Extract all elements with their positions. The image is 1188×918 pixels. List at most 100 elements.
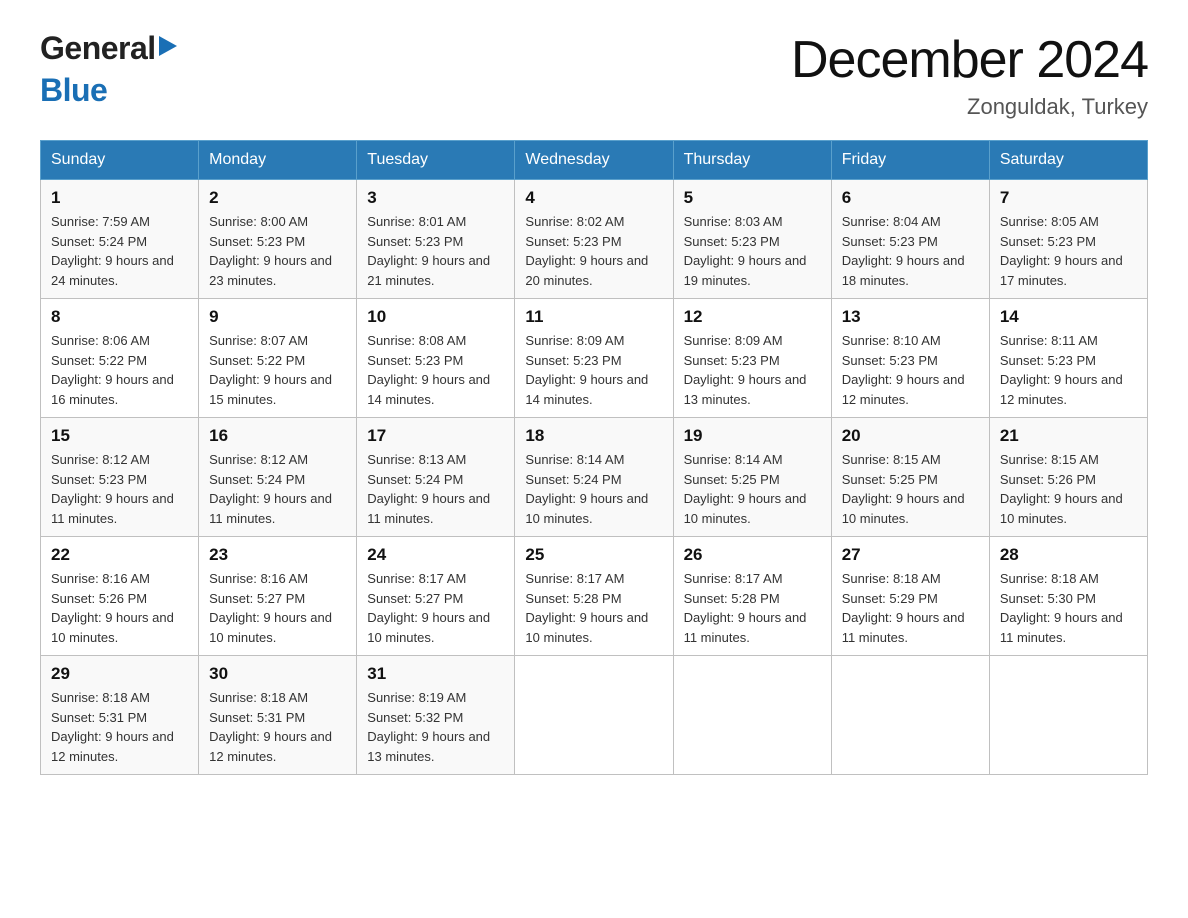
calendar-cell: [515, 656, 673, 775]
calendar-cell: 30 Sunrise: 8:18 AMSunset: 5:31 PMDayligh…: [199, 656, 357, 775]
location-label: Zonguldak, Turkey: [791, 94, 1148, 120]
calendar-cell: 18Sunrise: 8:14 AMSunset: 5:24 PMDayligh…: [515, 418, 673, 537]
day-header-monday: Monday: [199, 141, 357, 180]
day-info: Sunrise: 8:18 AMSunset: 5:31 PMDaylight:…: [209, 688, 346, 766]
calendar-cell: 1Sunrise: 7:59 AMSunset: 5:24 PMDaylight…: [41, 180, 199, 299]
day-number: 21: [1000, 426, 1137, 446]
day-number: 28: [1000, 545, 1137, 565]
day-info: Sunrise: 8:06 AMSunset: 5:22 PMDaylight:…: [51, 331, 188, 409]
calendar-cell: 22 Sunrise: 8:16 AMSunset: 5:26 PMDayligh…: [41, 537, 199, 656]
day-header-saturday: Saturday: [989, 141, 1147, 180]
day-info: Sunrise: 8:09 AMSunset: 5:23 PMDaylight:…: [684, 331, 821, 409]
calendar-cell: 26 Sunrise: 8:17 AMSunset: 5:28 PMDayligh…: [673, 537, 831, 656]
logo-arrow-icon: [159, 36, 177, 61]
week-row-3: 15 Sunrise: 8:12 AMSunset: 5:23 PMDayligh…: [41, 418, 1148, 537]
day-info: Sunrise: 8:17 AMSunset: 5:27 PMDaylight:…: [367, 569, 504, 647]
day-number: 5: [684, 188, 821, 208]
day-info: Sunrise: 8:00 AMSunset: 5:23 PMDaylight:…: [209, 212, 346, 290]
day-number: 3: [367, 188, 504, 208]
calendar-cell: 13Sunrise: 8:10 AMSunset: 5:23 PMDayligh…: [831, 299, 989, 418]
calendar-cell: 4 Sunrise: 8:02 AMSunset: 5:23 PMDaylight…: [515, 180, 673, 299]
day-info: Sunrise: 8:09 AMSunset: 5:23 PMDaylight:…: [525, 331, 662, 409]
day-number: 9: [209, 307, 346, 327]
calendar-cell: 3 Sunrise: 8:01 AMSunset: 5:23 PMDaylight…: [357, 180, 515, 299]
day-header-tuesday: Tuesday: [357, 141, 515, 180]
day-number: 8: [51, 307, 188, 327]
calendar-cell: [989, 656, 1147, 775]
calendar-cell: 9 Sunrise: 8:07 AMSunset: 5:22 PMDaylight…: [199, 299, 357, 418]
calendar-cell: 28Sunrise: 8:18 AMSunset: 5:30 PMDayligh…: [989, 537, 1147, 656]
day-info: Sunrise: 8:01 AMSunset: 5:23 PMDaylight:…: [367, 212, 504, 290]
day-number: 29: [51, 664, 188, 684]
day-number: 17: [367, 426, 504, 446]
calendar-cell: [831, 656, 989, 775]
day-info: Sunrise: 8:17 AMSunset: 5:28 PMDaylight:…: [684, 569, 821, 647]
day-header-friday: Friday: [831, 141, 989, 180]
calendar-cell: 2 Sunrise: 8:00 AMSunset: 5:23 PMDaylight…: [199, 180, 357, 299]
calendar-cell: 8 Sunrise: 8:06 AMSunset: 5:22 PMDaylight…: [41, 299, 199, 418]
day-info: Sunrise: 7:59 AMSunset: 5:24 PMDaylight:…: [51, 212, 188, 290]
day-number: 14: [1000, 307, 1137, 327]
day-number: 10: [367, 307, 504, 327]
day-info: Sunrise: 8:08 AMSunset: 5:23 PMDaylight:…: [367, 331, 504, 409]
day-number: 2: [209, 188, 346, 208]
day-number: 16: [209, 426, 346, 446]
week-row-4: 22 Sunrise: 8:16 AMSunset: 5:26 PMDayligh…: [41, 537, 1148, 656]
calendar-cell: 27 Sunrise: 8:18 AMSunset: 5:29 PMDayligh…: [831, 537, 989, 656]
day-info: Sunrise: 8:15 AMSunset: 5:25 PMDaylight:…: [842, 450, 979, 528]
day-info: Sunrise: 8:17 AMSunset: 5:28 PMDaylight:…: [525, 569, 662, 647]
logo-blue-text: Blue: [40, 72, 107, 109]
calendar-cell: 29 Sunrise: 8:18 AMSunset: 5:31 PMDayligh…: [41, 656, 199, 775]
day-number: 27: [842, 545, 979, 565]
calendar-cell: 14Sunrise: 8:11 AMSunset: 5:23 PMDayligh…: [989, 299, 1147, 418]
day-number: 22: [51, 545, 188, 565]
day-number: 7: [1000, 188, 1137, 208]
calendar-cell: 25Sunrise: 8:17 AMSunset: 5:28 PMDayligh…: [515, 537, 673, 656]
day-info: Sunrise: 8:03 AMSunset: 5:23 PMDaylight:…: [684, 212, 821, 290]
week-row-5: 29 Sunrise: 8:18 AMSunset: 5:31 PMDayligh…: [41, 656, 1148, 775]
day-info: Sunrise: 8:05 AMSunset: 5:23 PMDaylight:…: [1000, 212, 1137, 290]
day-number: 30: [209, 664, 346, 684]
title-area: December 2024 Zonguldak, Turkey: [791, 30, 1148, 120]
calendar-cell: 19 Sunrise: 8:14 AMSunset: 5:25 PMDayligh…: [673, 418, 831, 537]
day-info: Sunrise: 8:12 AMSunset: 5:23 PMDaylight:…: [51, 450, 188, 528]
day-info: Sunrise: 8:02 AMSunset: 5:23 PMDaylight:…: [525, 212, 662, 290]
day-header-sunday: Sunday: [41, 141, 199, 180]
logo-general-text: General: [40, 30, 156, 67]
day-info: Sunrise: 8:04 AMSunset: 5:23 PMDaylight:…: [842, 212, 979, 290]
day-info: Sunrise: 8:07 AMSunset: 5:22 PMDaylight:…: [209, 331, 346, 409]
day-info: Sunrise: 8:14 AMSunset: 5:25 PMDaylight:…: [684, 450, 821, 528]
day-number: 13: [842, 307, 979, 327]
day-number: 31: [367, 664, 504, 684]
calendar-cell: 15 Sunrise: 8:12 AMSunset: 5:23 PMDayligh…: [41, 418, 199, 537]
day-info: Sunrise: 8:16 AMSunset: 5:26 PMDaylight:…: [51, 569, 188, 647]
calendar-cell: 17 Sunrise: 8:13 AMSunset: 5:24 PMDayligh…: [357, 418, 515, 537]
day-number: 19: [684, 426, 821, 446]
calendar-cell: [673, 656, 831, 775]
day-info: Sunrise: 8:13 AMSunset: 5:24 PMDaylight:…: [367, 450, 504, 528]
calendar-cell: 24Sunrise: 8:17 AMSunset: 5:27 PMDayligh…: [357, 537, 515, 656]
day-number: 15: [51, 426, 188, 446]
header-row: SundayMondayTuesdayWednesdayThursdayFrid…: [41, 141, 1148, 180]
day-number: 4: [525, 188, 662, 208]
calendar-table: SundayMondayTuesdayWednesdayThursdayFrid…: [40, 140, 1148, 775]
calendar-cell: 31 Sunrise: 8:19 AMSunset: 5:32 PMDayligh…: [357, 656, 515, 775]
day-info: Sunrise: 8:18 AMSunset: 5:31 PMDaylight:…: [51, 688, 188, 766]
day-number: 11: [525, 307, 662, 327]
week-row-1: 1Sunrise: 7:59 AMSunset: 5:24 PMDaylight…: [41, 180, 1148, 299]
page-header: General Blue December 2024 Zonguldak, Tu…: [40, 30, 1148, 120]
day-number: 26: [684, 545, 821, 565]
day-number: 23: [209, 545, 346, 565]
calendar-cell: 20Sunrise: 8:15 AMSunset: 5:25 PMDayligh…: [831, 418, 989, 537]
calendar-cell: 23Sunrise: 8:16 AMSunset: 5:27 PMDayligh…: [199, 537, 357, 656]
day-info: Sunrise: 8:19 AMSunset: 5:32 PMDaylight:…: [367, 688, 504, 766]
calendar-cell: 11 Sunrise: 8:09 AMSunset: 5:23 PMDayligh…: [515, 299, 673, 418]
day-info: Sunrise: 8:18 AMSunset: 5:29 PMDaylight:…: [842, 569, 979, 647]
day-header-thursday: Thursday: [673, 141, 831, 180]
calendar-cell: 7 Sunrise: 8:05 AMSunset: 5:23 PMDaylight…: [989, 180, 1147, 299]
day-number: 12: [684, 307, 821, 327]
calendar-cell: 16Sunrise: 8:12 AMSunset: 5:24 PMDayligh…: [199, 418, 357, 537]
day-info: Sunrise: 8:15 AMSunset: 5:26 PMDaylight:…: [1000, 450, 1137, 528]
calendar-cell: 10 Sunrise: 8:08 AMSunset: 5:23 PMDayligh…: [357, 299, 515, 418]
day-number: 18: [525, 426, 662, 446]
